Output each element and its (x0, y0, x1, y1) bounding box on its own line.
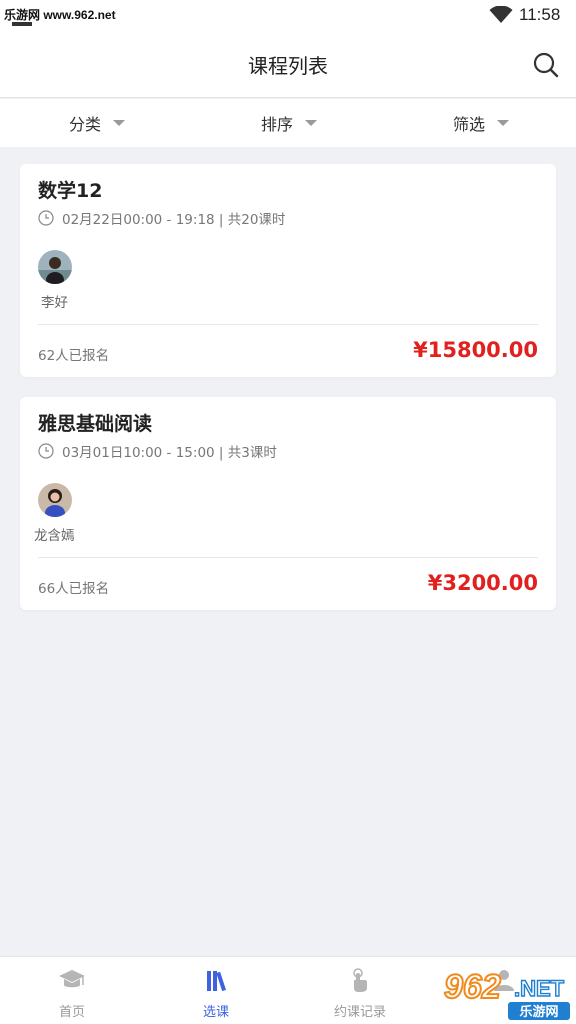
clock: 11:58 (519, 5, 561, 24)
enroll-count: 66人已报名 (38, 581, 110, 597)
divider (38, 324, 538, 325)
filter-bar: 分类 排序 筛选 (0, 99, 576, 147)
course-price: ¥3200.00 (427, 571, 538, 595)
status-bar: 乐游网 www.962.net 11:58 (0, 0, 576, 32)
notification-icon (12, 22, 32, 26)
page-title: 课程列表 (248, 54, 328, 78)
course-schedule: 02月22日00:00 - 19:18 | 共20课时 (38, 208, 285, 228)
filter-category[interactable]: 分类 (69, 99, 126, 147)
filter-sort-label: 排序 (261, 115, 294, 134)
graduation-cap-icon (59, 970, 85, 988)
nav-records[interactable]: 约课记录 (288, 957, 432, 1024)
teacher-avatar[interactable] (38, 483, 72, 517)
enroll-count: 62人已报名 (38, 348, 110, 364)
course-title: 数学12 (38, 180, 103, 202)
divider (38, 557, 538, 558)
schedule-text: 02月22日00:00 - 19:18 | 共20课时 (62, 212, 286, 228)
search-icon[interactable] (532, 51, 560, 79)
logo-name: 乐游网 (519, 1004, 558, 1020)
course-title: 雅思基础阅读 (38, 413, 153, 435)
filter-category-label: 分类 (69, 115, 102, 134)
books-icon (207, 971, 226, 992)
caret-down-icon (113, 120, 126, 126)
filter-screen-label: 筛选 (453, 115, 486, 134)
brand-logo: 962 .NET 乐游网 (443, 967, 570, 1020)
course-schedule: 03月01日10:00 - 15:00 | 共3课时 (38, 441, 277, 461)
schedule-text: 03月01日10:00 - 15:00 | 共3课时 (62, 445, 277, 461)
course-card[interactable]: 数学12 02月22日00:00 - 19:18 | 共20课时 李好 62人已… (20, 164, 556, 377)
clock-icon (38, 443, 54, 459)
logo-digits: 962 (444, 968, 501, 1006)
clock-icon (38, 210, 54, 226)
caret-down-icon (305, 120, 318, 126)
nav-courses-label: 选课 (202, 1005, 229, 1020)
course-price: ¥15800.00 (413, 338, 538, 362)
course-card[interactable]: 雅思基础阅读 03月01日10:00 - 15:00 | 共3课时 龙含嫣 66… (20, 397, 556, 610)
nav-home-label: 首页 (58, 1005, 85, 1020)
teacher-avatar[interactable] (38, 250, 72, 284)
nav-courses[interactable]: 选课 (144, 957, 288, 1024)
filter-sort[interactable]: 排序 (261, 99, 318, 147)
teacher-name: 龙含嫣 (34, 528, 75, 544)
hand-tap-icon (353, 968, 367, 992)
header: 课程列表 (0, 32, 576, 98)
wifi-icon (489, 6, 513, 23)
nav-records-label: 约课记录 (333, 1005, 386, 1020)
caret-down-icon (497, 120, 510, 126)
nav-home[interactable]: 首页 (0, 957, 144, 1024)
teacher-name: 李好 (41, 295, 68, 311)
watermark-text: 乐游网 www.962.net (4, 8, 116, 22)
filter-screen[interactable]: 筛选 (453, 99, 510, 147)
logo-suffix: .NET (514, 976, 565, 1001)
